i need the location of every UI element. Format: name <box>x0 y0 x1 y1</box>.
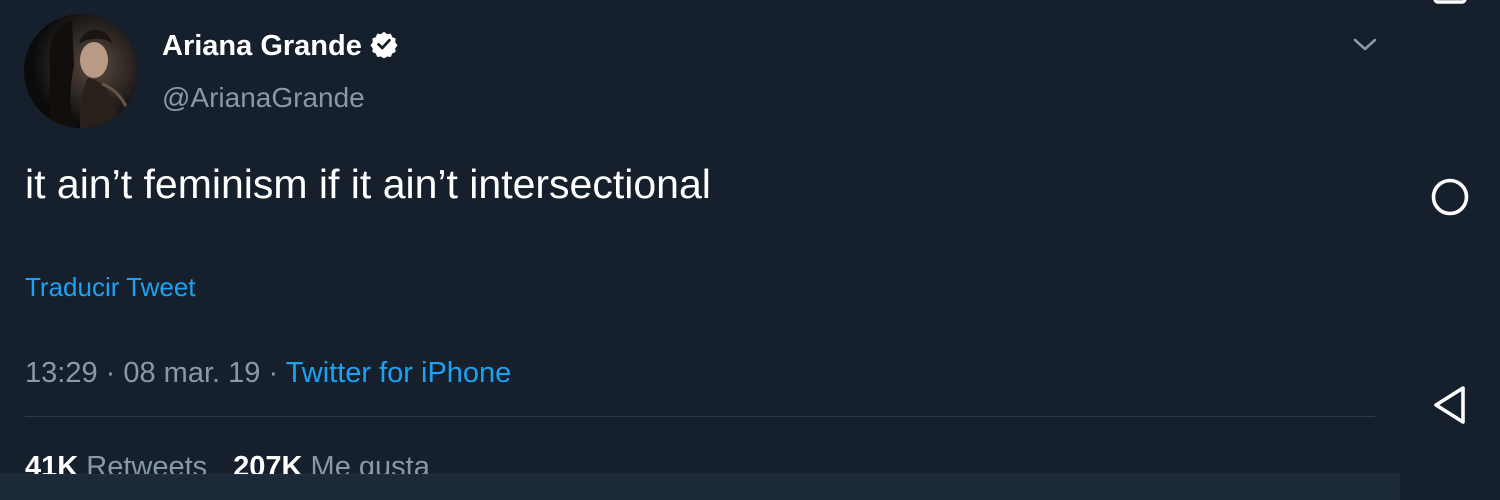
chevron-down-icon[interactable] <box>1352 34 1378 56</box>
tweet-source-link[interactable]: Twitter for iPhone <box>286 357 512 389</box>
tweet-date: 08 mar. 19 <box>123 357 261 389</box>
tweet-time: 13:29 <box>25 357 98 389</box>
verified-badge-icon <box>370 32 398 59</box>
avatar[interactable] <box>24 14 138 128</box>
tweet-detail: Ariana Grande @ArianaGrande it ain’t fem… <box>0 0 1400 500</box>
handle[interactable]: @ArianaGrande <box>162 80 365 116</box>
back-triangle-icon[interactable] <box>1432 384 1468 426</box>
screen: Ariana Grande @ArianaGrande it ain’t fem… <box>0 0 1500 500</box>
divider <box>25 416 1375 417</box>
display-name-text: Ariana Grande <box>162 30 362 62</box>
translate-tweet-link[interactable]: Traducir Tweet <box>25 270 196 304</box>
recents-square-icon[interactable] <box>1432 0 1468 6</box>
tweet-text: it ain’t feminism if it ain’t intersecti… <box>25 161 711 207</box>
bottom-toolbar <box>0 474 1400 500</box>
display-name[interactable]: Ariana Grande <box>162 28 398 64</box>
system-navigation-bar <box>1400 0 1500 500</box>
home-circle-icon[interactable] <box>1430 177 1470 217</box>
avatar-photo <box>24 14 138 128</box>
tweet-meta: 13:29 · 08 mar. 19 · Twitter for iPhone <box>25 354 511 392</box>
meta-separator: · <box>260 357 286 389</box>
meta-separator: · <box>97 357 124 389</box>
